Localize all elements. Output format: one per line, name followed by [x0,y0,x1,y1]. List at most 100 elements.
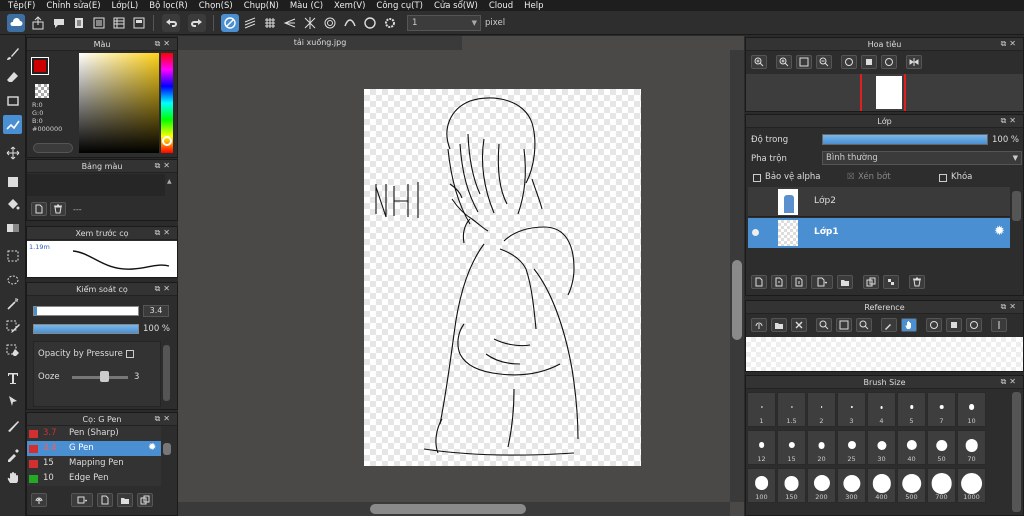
brush-size-cell[interactable]: 400 [867,468,896,503]
eraser-tool-icon[interactable] [3,67,22,86]
brush-size-cell[interactable]: 25 [837,430,866,465]
brush-size-cell[interactable]: 30 [867,430,896,465]
add-layer-menu-icon[interactable] [811,275,833,289]
hue-handle[interactable] [162,136,172,146]
layout-icon[interactable] [130,14,148,32]
eyedropper-tool-icon[interactable] [3,445,22,464]
brush-size-cell[interactable]: 300 [837,468,866,503]
menu-item[interactable]: Bộ lọc(R) [144,1,194,11]
menu-item[interactable]: Màu (C) [285,1,329,11]
brush-size-cell[interactable]: 4 [867,392,896,427]
reference-flip-icon[interactable] [991,318,1007,332]
brush-size-cell[interactable]: 40 [897,430,926,465]
fill-rect-tool-icon[interactable] [3,172,22,191]
panel-controls-icon[interactable]: ⧉✕ [1001,377,1019,387]
brush-size-cell[interactable]: 700 [927,468,956,503]
parallel-snap-icon[interactable] [241,14,259,32]
brush-tool-icon[interactable] [3,44,22,63]
cloud-icon[interactable] [7,14,25,32]
brush-duplicate-icon[interactable] [137,493,153,507]
select-eraser-tool-icon[interactable] [3,341,22,360]
menu-item[interactable]: Cửa sổ(W) [429,1,484,11]
panel-controls-icon[interactable]: ⧉✕ [1001,302,1019,312]
brush-options-scrollbar[interactable] [163,345,170,401]
document-icon[interactable] [70,14,88,32]
document-tab[interactable]: tải xuống.jpg [178,36,462,50]
reference-hand-icon[interactable] [901,318,917,332]
menu-item[interactable]: Tệp(F) [3,1,41,11]
fit-screen-icon[interactable] [796,55,812,69]
cross-snap-icon[interactable] [301,14,319,32]
circle-snap-icon[interactable] [361,14,379,32]
brush-size-slider[interactable] [33,306,139,316]
menu-item[interactable]: Chọn(S) [194,1,239,11]
gradient-tool-icon[interactable] [3,218,22,237]
reference-view[interactable] [746,337,1023,371]
reset-view-icon[interactable] [861,55,877,69]
new-folder-icon[interactable] [837,275,853,289]
opacity-pressure-checkbox[interactable] [126,350,134,358]
concentric-snap-icon[interactable] [321,14,339,32]
brush-size-cell[interactable]: 2 [807,392,836,427]
zoom-in-alt-icon[interactable] [776,55,792,69]
brush-size-cell[interactable]: 5 [897,392,926,427]
delete-palette-icon[interactable] [50,202,66,216]
magic-wand-tool-icon[interactable] [3,294,22,313]
add-brush-icon[interactable] [31,493,47,507]
menu-item[interactable]: Help [519,1,549,11]
zoom-out-icon[interactable] [816,55,832,69]
panel-controls-icon[interactable]: ⧉✕ [1001,39,1019,49]
delete-layer-icon[interactable] [909,275,925,289]
ooze-slider-handle[interactable] [100,371,109,382]
horizontal-scroll-thumb[interactable] [370,504,526,514]
select-tool-icon[interactable] [3,246,22,265]
brush-size-cell[interactable]: 12 [747,430,776,465]
list-item[interactable]: 3.7 Pen (Sharp) [27,426,161,441]
layer-row-selected[interactable]: Lớp1 ✹ [748,218,1010,248]
layer-opacity-slider[interactable] [822,134,988,145]
protect-alpha-checkbox[interactable] [753,174,761,182]
menu-item[interactable]: Công cụ(T) [371,1,429,11]
export-icon[interactable] [29,14,47,32]
radial-snap-icon[interactable] [281,14,299,32]
navigator-preview[interactable] [746,74,1023,111]
grid-snap-icon[interactable] [261,14,279,32]
new-layer-8bit-icon[interactable] [771,275,787,289]
lasso-tool-icon[interactable] [3,271,22,290]
snap-settings-icon[interactable] [381,14,399,32]
reference-fit-icon[interactable] [836,318,852,332]
palette-swatches[interactable] [27,174,165,196]
zoom-in-icon[interactable] [751,55,767,69]
menu-item[interactable]: Xem(V) [329,1,371,11]
menu-item[interactable]: Cloud [484,1,519,11]
reference-add-icon[interactable] [751,318,767,332]
reference-reset-icon[interactable] [946,318,962,332]
menu-item[interactable]: Chỉnh sửa(E) [41,1,106,11]
brush-size-cell[interactable]: 1000 [957,468,986,503]
operation-tool-icon[interactable] [3,391,22,410]
foreground-color-swatch[interactable] [31,57,49,75]
layer-settings-gear-icon[interactable]: ✹ [994,224,1005,239]
color-mode-toggle[interactable] [33,143,73,153]
brush-settings-gear-icon[interactable]: ✹ [148,442,156,453]
brush-size-cell[interactable]: 3 [837,392,866,427]
brush-size-cell[interactable]: 15 [777,430,806,465]
brush-folder-icon[interactable] [117,493,133,507]
brush-doc-icon[interactable] [97,493,113,507]
drawing-canvas[interactable] [364,89,641,466]
brush-size-select[interactable]: 1 ▼ [407,15,481,31]
transparent-swatch[interactable] [35,84,49,98]
canvas-area[interactable]: tải xuống.jpg [178,36,744,516]
menu-item[interactable]: Lớp(L) [107,1,145,11]
rectangle-tool-icon[interactable] [3,91,22,110]
bucket-tool-icon[interactable] [3,194,22,213]
reference-rotate-left-icon[interactable] [926,318,942,332]
menu-item[interactable]: Chụp(N) [239,1,285,11]
vertical-scroll-thumb[interactable] [732,260,742,340]
list-item[interactable]: 10 Edge Pen [27,471,161,486]
brush-menu-icon[interactable] [71,493,93,507]
panel-controls-icon[interactable]: ⧉✕ [155,228,173,238]
brush-size-cell[interactable]: 50 [927,430,956,465]
brush-size-cell[interactable]: 70 [957,430,986,465]
brush-size-cell[interactable]: 100 [747,468,776,503]
